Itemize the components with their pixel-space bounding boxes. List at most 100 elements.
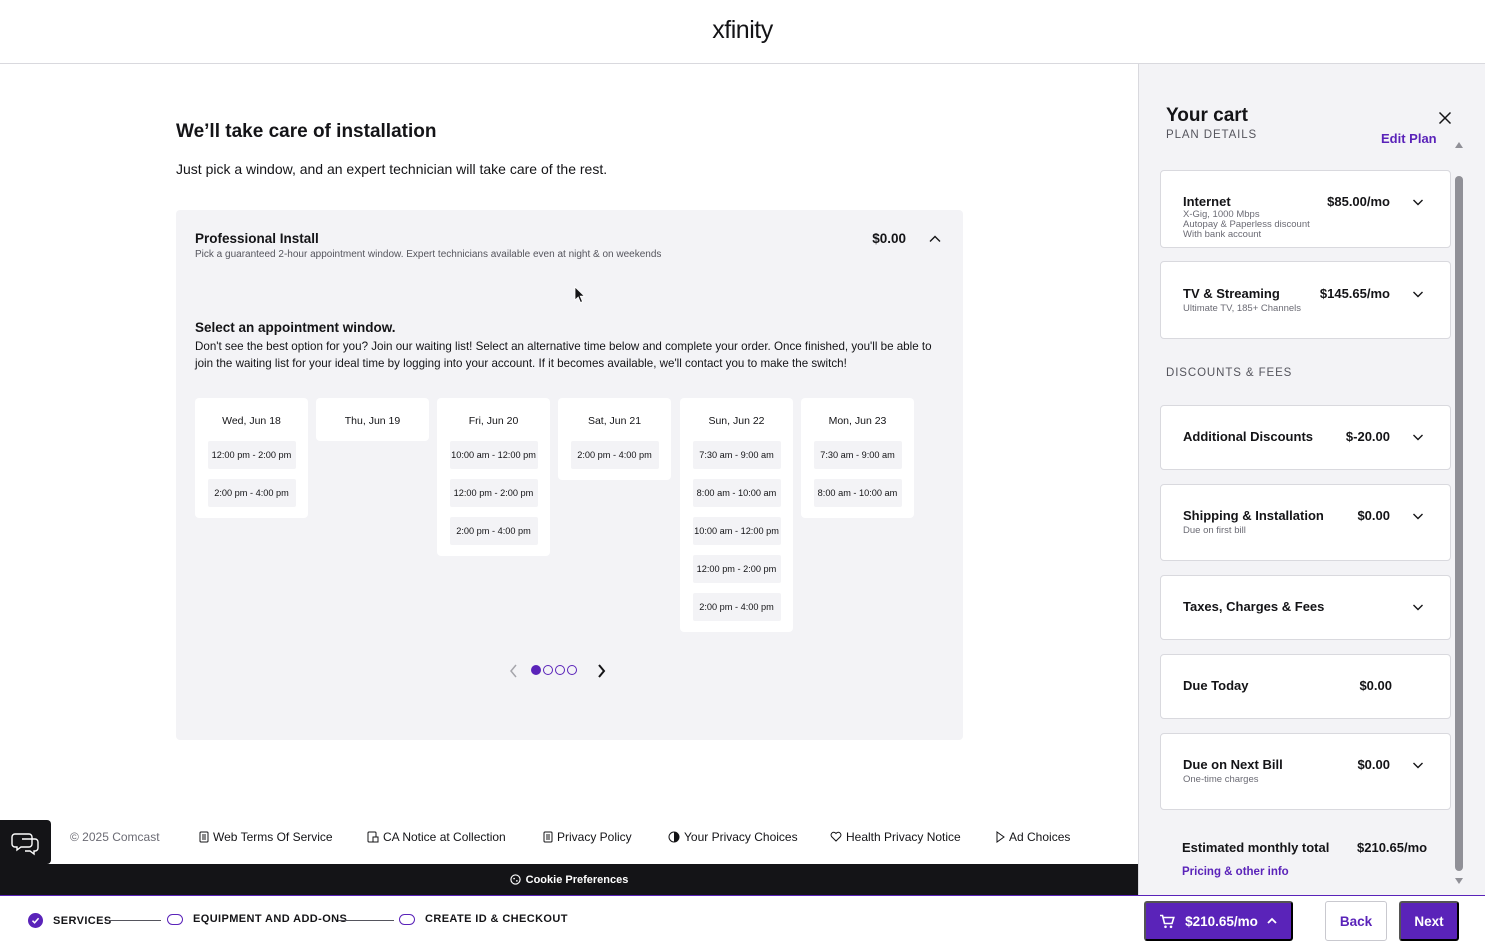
back-button[interactable]: Back [1325, 901, 1387, 941]
pager-dot[interactable] [567, 665, 577, 675]
time-slot-button[interactable]: 12:00 pm - 2:00 pm [692, 555, 781, 583]
cart-fee-taxes[interactable]: Taxes, Charges & Fees [1160, 575, 1451, 640]
cart-fee-name: Taxes, Charges & Fees [1183, 599, 1325, 614]
chevron-down-icon[interactable] [1411, 600, 1425, 614]
ad-choices-icon [996, 831, 1005, 843]
checkout-progress-bar: SERVICES EQUIPMENT AND ADD-ONS CREATE ID… [0, 895, 1485, 946]
chevron-down-icon[interactable] [1411, 509, 1425, 523]
pager-dot[interactable] [555, 665, 565, 675]
time-slot-button[interactable]: 2:00 pm - 4:00 pm [449, 517, 538, 545]
footer-link-privacy-choices[interactable]: Your Privacy Choices [668, 830, 798, 844]
cart-item-tv-streaming[interactable]: TV & Streaming $145.65/mo Ultimate TV, 1… [1160, 261, 1451, 339]
cart-fee-name: Shipping & Installation [1183, 508, 1324, 523]
scroll-up-arrow-icon[interactable] [1454, 140, 1464, 150]
footer-link-web-terms[interactable]: Web Terms Of Service [199, 830, 333, 844]
cookie-preferences-bar[interactable]: Cookie Preferences [0, 864, 1138, 895]
appointment-day: Sun, Jun 22 7:30 am - 9:00 am 8:00 am - 10… [680, 398, 793, 632]
time-slot-button[interactable]: 12:00 pm - 2:00 pm [207, 441, 296, 469]
cart-scrollbar[interactable] [1452, 136, 1465, 892]
cart-fee-detail: One-time charges [1183, 774, 1259, 785]
step-connector [338, 920, 394, 921]
check-circle-icon [28, 913, 43, 928]
pricing-info-link[interactable]: Pricing & other info [1182, 866, 1289, 878]
time-slot-button[interactable]: 7:30 am - 9:00 am [813, 441, 902, 469]
day-label: Mon, Jun 23 [828, 415, 887, 427]
xfinity-logo[interactable]: xfinity [0, 16, 1485, 45]
cart-panel: Your cart PLAN DETAILS Edit Plan Interne… [1138, 64, 1485, 895]
page-title: We’ll take care of installation [176, 121, 437, 142]
footer-link-label: CA Notice at Collection [383, 830, 506, 844]
footer-link-label: Web Terms Of Service [213, 830, 333, 844]
day-label: Wed, Jun 18 [222, 415, 281, 427]
install-title: Professional Install [195, 231, 319, 246]
step-checkout[interactable]: CREATE ID & CHECKOUT [399, 913, 568, 925]
appointment-waitlist-text: Don't see the best option for you? Join … [195, 340, 932, 370]
cart-fee-price: $0.00 [1359, 678, 1392, 693]
cart-fee-shipping-installation[interactable]: Shipping & Installation $0.00 Due on fir… [1160, 484, 1451, 561]
footer-link-ca-notice[interactable]: CA Notice at Collection [367, 830, 506, 844]
day-label: Sun, Jun 22 [708, 415, 765, 427]
time-slot-button[interactable]: 2:00 pm - 4:00 pm [692, 593, 781, 621]
chevron-down-icon[interactable] [1411, 430, 1425, 444]
step-label: SERVICES [53, 914, 112, 927]
scroll-down-arrow-icon[interactable] [1454, 876, 1464, 886]
time-slot-button[interactable]: 2:00 pm - 4:00 pm [570, 441, 659, 469]
pager-dot[interactable] [543, 665, 553, 675]
chevron-up-icon[interactable] [927, 231, 943, 247]
cart-fee-due-today: Due Today $0.00 [1160, 654, 1451, 719]
chat-icon [11, 833, 39, 856]
appointment-day: Mon, Jun 23 7:30 am - 9:00 am 8:00 am - 10… [801, 398, 914, 518]
cookie-preferences-label: Cookie Preferences [525, 873, 629, 886]
professional-install-card: Professional Install Pick a guaranteed 2… [176, 210, 963, 740]
next-button[interactable]: Next [1399, 901, 1459, 941]
document-lock-icon [367, 831, 379, 843]
pager-dot[interactable] [531, 665, 541, 675]
mouse-cursor-icon [574, 286, 586, 304]
footer-link-health-privacy[interactable]: Health Privacy Notice [830, 830, 961, 844]
cart-fee-name: Due on Next Bill [1183, 757, 1283, 772]
step-equipment[interactable]: EQUIPMENT AND ADD-ONS [167, 913, 347, 925]
appointment-title: Select an appointment window. [195, 320, 396, 335]
cart-icon [1160, 914, 1175, 928]
time-slot-button[interactable]: 8:00 am - 10:00 am [813, 479, 902, 507]
chevron-down-icon[interactable] [1411, 287, 1425, 301]
step-label: EQUIPMENT AND ADD-ONS [193, 913, 348, 925]
appointment-day: Sat, Jun 21 2:00 pm - 4:00 pm [558, 398, 671, 480]
chevron-right-icon[interactable] [593, 661, 609, 681]
cart-item-price: $145.65/mo [1319, 286, 1390, 301]
time-slot-button[interactable]: 10:00 am - 12:00 pm [449, 441, 538, 469]
edit-plan-link[interactable]: Edit Plan [1381, 131, 1437, 146]
footer-link-label: Ad Choices [1009, 830, 1071, 844]
step-services[interactable]: SERVICES [28, 913, 112, 928]
time-slot-button[interactable]: 10:00 am - 12:00 pm [692, 517, 781, 545]
time-slot-button[interactable]: 7:30 am - 9:00 am [692, 441, 781, 469]
cart-fee-additional-discounts[interactable]: Additional Discounts $-20.00 [1160, 405, 1451, 470]
install-price: $0.00 [872, 231, 906, 246]
chat-button[interactable] [0, 820, 51, 864]
appointment-day: Wed, Jun 18 12:00 pm - 2:00 pm 2:00 pm - 4… [195, 398, 308, 518]
close-icon[interactable] [1437, 110, 1453, 126]
cart-fee-due-next-bill[interactable]: Due on Next Bill $0.00 One-time charges [1160, 733, 1451, 810]
cart-item-internet[interactable]: Internet $85.00/mo X-Gig, 1000 Mbps Auto… [1160, 170, 1451, 248]
footer-link-ad-choices[interactable]: Ad Choices [995, 830, 1070, 844]
scrollbar-thumb[interactable] [1455, 176, 1463, 871]
cart-title: Your cart [1166, 105, 1249, 126]
cart-fee-price: $-20.00 [1345, 429, 1390, 444]
footer-link-privacy-policy[interactable]: Privacy Policy [543, 830, 632, 844]
chevron-down-icon[interactable] [1411, 195, 1425, 209]
appointment-day: Fri, Jun 20 10:00 am - 12:00 pm 12:00 pm -… [437, 398, 550, 556]
plan-details-label: PLAN DETAILS [1166, 129, 1258, 141]
step-connector [105, 920, 161, 921]
cart-total-button[interactable]: $210.65/mo [1144, 901, 1293, 941]
step-pending-icon [167, 913, 183, 925]
cart-fee-price: $0.00 [1357, 757, 1390, 772]
step-pending-icon [399, 913, 415, 925]
privacy-choices-icon [668, 831, 680, 843]
footer-link-label: Your Privacy Choices [684, 830, 798, 844]
cart-item-price: $85.00/mo [1327, 194, 1390, 209]
time-slot-button[interactable]: 2:00 pm - 4:00 pm [207, 479, 296, 507]
time-slot-button[interactable]: 12:00 pm - 2:00 pm [449, 479, 538, 507]
chevron-left-icon[interactable] [506, 661, 522, 681]
time-slot-button[interactable]: 8:00 am - 10:00 am [692, 479, 781, 507]
chevron-down-icon[interactable] [1411, 758, 1425, 772]
